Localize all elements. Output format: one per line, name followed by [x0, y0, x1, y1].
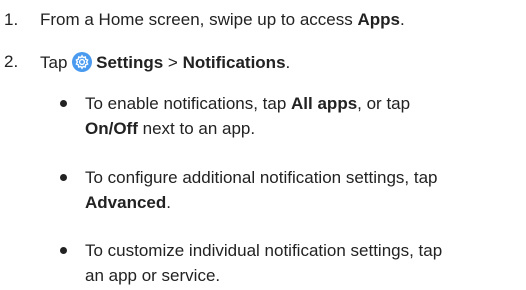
bullet-3-text: To customize individual notification set… — [85, 241, 443, 260]
bullet-1-text-3: next to an app. — [137, 119, 256, 138]
all-apps-label: All apps — [291, 94, 358, 113]
bullet-text: To customize individual notification set… — [85, 238, 525, 288]
bullet-1-text-2: , or tap — [357, 94, 411, 113]
advanced-label: Advanced — [85, 193, 167, 212]
bullet-dot — [60, 100, 67, 107]
bullet-dot — [60, 247, 67, 254]
step-1-suffix: . — [399, 10, 405, 29]
step-1-text: From a Home screen, swipe up to access — [40, 10, 358, 29]
bullet-2-suffix: . — [166, 193, 171, 212]
bullet-dot — [60, 174, 67, 181]
settings-gear-icon — [72, 52, 93, 72]
bullet-text: To configure additional notification set… — [85, 165, 525, 215]
on-off-label: On/Off — [85, 119, 138, 138]
step-number: 2. — [4, 52, 19, 71]
separator: > — [163, 53, 183, 72]
step-number: 1. — [4, 10, 19, 29]
bullet-3-text-2: an app or service. — [85, 266, 221, 285]
step-2-suffix: . — [285, 53, 291, 72]
notifications-label: Notifications — [182, 53, 286, 72]
bullet-1-text: To enable notifications, tap — [85, 94, 292, 113]
step-text: From a Home screen, swipe up to access A… — [40, 10, 405, 30]
settings-label: Settings — [96, 53, 164, 72]
step-text: Tap Settings > Notifications. — [40, 52, 290, 73]
bullet-text: To enable notifications, tap All apps, o… — [85, 91, 525, 141]
bullet-2-text: To configure additional notification set… — [85, 168, 438, 187]
step-2-prefix: Tap — [40, 53, 73, 72]
apps-label: Apps — [357, 10, 400, 29]
